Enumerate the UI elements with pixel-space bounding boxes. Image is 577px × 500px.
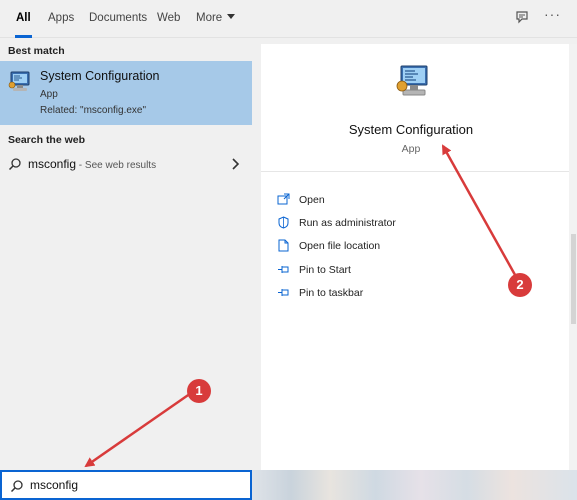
best-match-related: Related: "msconfig.exe": [40, 105, 147, 116]
action-label: Run as administrator: [299, 217, 396, 229]
annotation-badge-1: 1: [187, 379, 211, 403]
search-input[interactable]: [30, 476, 240, 494]
tab-documents[interactable]: Documents: [89, 0, 147, 38]
search-icon: [8, 157, 22, 171]
scrollbar-thumb[interactable]: [571, 234, 576, 324]
feedback-icon[interactable]: [513, 9, 531, 27]
system-configuration-icon: [8, 71, 32, 93]
detail-title: System Configuration: [348, 122, 474, 137]
action-label: Open file location: [299, 240, 381, 252]
tab-web[interactable]: Web: [157, 0, 180, 38]
detail-type: App: [401, 143, 421, 155]
results-pane: Best match System Configuration App Rela…: [0, 38, 252, 470]
web-search-term: msconfig: [28, 157, 77, 171]
open-icon: [277, 193, 290, 206]
pin-icon: [277, 286, 290, 299]
tab-apps[interactable]: Apps: [48, 0, 74, 38]
best-match-result[interactable]: System Configuration App Related: "mscon…: [0, 61, 252, 125]
shield-icon: [277, 216, 290, 229]
file-location-icon: [277, 239, 290, 252]
action-label: Pin to Start: [299, 264, 351, 276]
more-options-icon[interactable]: ···: [544, 6, 562, 24]
annotation-badge-2: 2: [508, 273, 532, 297]
scrollbar[interactable]: [569, 44, 577, 470]
tab-more[interactable]: More: [196, 0, 236, 38]
web-result-label: msconfig - See web results: [28, 157, 156, 171]
web-result-row[interactable]: msconfig - See web results: [0, 151, 252, 177]
web-result-suffix: - See web results: [76, 160, 157, 171]
action-label: Pin to taskbar: [299, 287, 364, 299]
detail-pane: System Configuration App Open Run as adm…: [261, 44, 577, 470]
chevron-right-icon[interactable]: [230, 157, 240, 171]
tab-more-label: More: [196, 12, 223, 24]
chevron-down-icon: [227, 14, 236, 19]
divider: [261, 171, 577, 172]
search-box[interactable]: [0, 470, 252, 500]
search-icon: [10, 479, 24, 493]
search-the-web-heading: Search the web: [8, 134, 86, 146]
tab-all[interactable]: All: [15, 0, 32, 38]
search-filter-bar: All Apps Documents Web More ···: [0, 0, 577, 38]
best-match-title: System Configuration: [40, 69, 160, 83]
pin-icon: [277, 263, 290, 276]
best-match-heading: Best match: [8, 45, 65, 57]
action-label: Open: [299, 194, 325, 206]
best-match-type: App: [40, 89, 58, 100]
taskbar: [252, 470, 577, 500]
system-configuration-icon: [395, 64, 433, 100]
